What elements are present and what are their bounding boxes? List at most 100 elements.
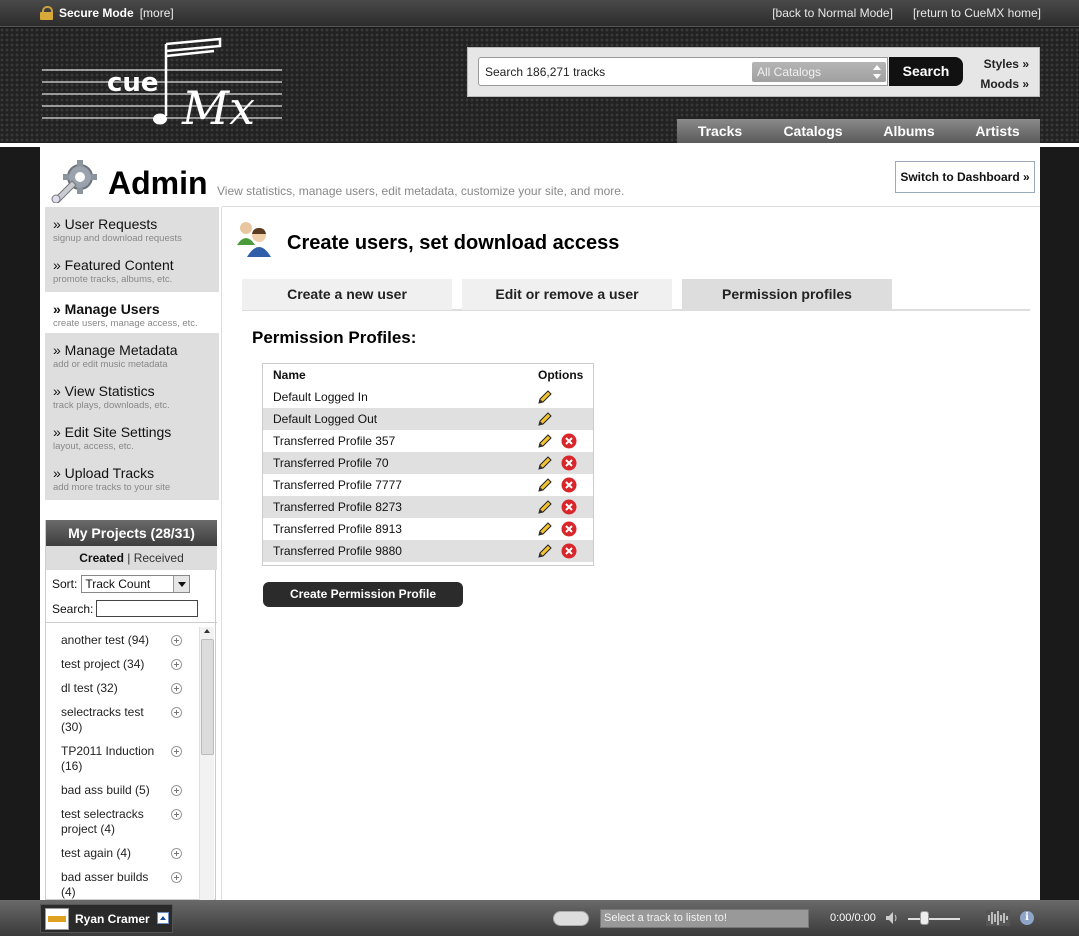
scroll-up-icon[interactable] (204, 629, 210, 633)
return-home-link[interactable]: [return to CueMX home] (913, 6, 1041, 20)
add-icon[interactable] (171, 707, 182, 718)
delete-icon[interactable] (561, 521, 577, 537)
delete-icon[interactable] (561, 543, 577, 559)
permission-profiles-table: Name Options Default Logged In Default Lo… (262, 363, 594, 566)
column-name: Name (273, 368, 306, 382)
lock-icon (40, 6, 53, 20)
edit-pencil-icon[interactable] (538, 390, 552, 404)
menu-manage-metadata[interactable]: » Manage Metadata add or edit music meta… (45, 333, 219, 374)
project-search-input[interactable] (96, 600, 199, 617)
track-display: Select a track to listen to! (600, 909, 809, 928)
nav-albums[interactable]: Albums (863, 119, 955, 143)
add-icon[interactable] (171, 746, 182, 757)
play-toggle[interactable] (553, 911, 589, 926)
projects-tabs: Created | Received (46, 546, 217, 570)
table-header: Name Options (263, 364, 593, 386)
user-name: Ryan Cramer (75, 912, 150, 926)
add-icon[interactable] (171, 785, 182, 796)
delete-icon[interactable] (561, 499, 577, 515)
table-row: Transferred Profile 7777 (263, 474, 593, 496)
divider (222, 206, 1040, 207)
table-row: Transferred Profile 357 (263, 430, 593, 452)
edit-pencil-icon[interactable] (538, 456, 552, 470)
main-nav: Tracks Catalogs Albums Artists (677, 119, 1040, 143)
secure-more-link[interactable]: [more] (140, 6, 174, 20)
add-icon[interactable] (171, 848, 182, 859)
nav-catalogs[interactable]: Catalogs (763, 119, 863, 143)
table-row: Transferred Profile 8913 (263, 518, 593, 540)
menu-edit-site-settings[interactable]: » Edit Site Settings layout, access, etc… (45, 415, 219, 456)
waveform-icon[interactable] (986, 910, 1010, 926)
edit-pencil-icon[interactable] (538, 544, 552, 558)
menu-featured-content[interactable]: » Featured Content promote tracks, album… (45, 248, 219, 289)
project-search-row: Search: (52, 600, 199, 617)
chevron-down-icon (173, 576, 190, 592)
add-icon[interactable] (171, 683, 182, 694)
tab-permission-profiles[interactable]: Permission profiles (682, 279, 892, 310)
add-icon[interactable] (171, 659, 182, 670)
edit-pencil-icon[interactable] (538, 478, 552, 492)
add-icon[interactable] (171, 809, 182, 820)
select-arrows-icon (873, 65, 882, 79)
menu-user-requests[interactable]: » User Requests signup and download requ… (45, 207, 219, 248)
edit-pencil-icon[interactable] (538, 500, 552, 514)
moods-link[interactable]: Moods » (980, 74, 1029, 94)
volume-track[interactable] (908, 918, 960, 920)
permission-profiles-heading: Permission Profiles: (252, 328, 417, 347)
site-header: cue Mx All Catalogs Search Styles » Mood… (0, 28, 1079, 143)
user-tabs: Create a new user Edit or remove a user … (242, 279, 1030, 311)
add-icon[interactable] (171, 635, 182, 646)
info-icon[interactable]: i (1020, 911, 1034, 925)
projects-title[interactable]: My Projects (28/31) (46, 520, 217, 546)
user-box[interactable]: Ryan Cramer (40, 904, 173, 933)
tab-edit-user[interactable]: Edit or remove a user (462, 279, 672, 310)
edit-pencil-icon[interactable] (538, 522, 552, 536)
tab-create-user[interactable]: Create a new user (242, 279, 452, 310)
scroll-thumb[interactable] (201, 639, 214, 755)
volume-icon[interactable] (886, 912, 900, 924)
back-to-normal-link[interactable]: [back to Normal Mode] (772, 6, 893, 20)
users-icon (237, 222, 271, 257)
chevron-up-icon[interactable] (157, 912, 169, 924)
switch-to-dashboard-button[interactable]: Switch to Dashboard » (895, 161, 1035, 193)
edit-pencil-icon[interactable] (538, 412, 552, 426)
admin-tools-icon (51, 160, 97, 203)
svg-text:cue: cue (107, 68, 159, 98)
sort-select[interactable]: Track Count (81, 575, 191, 593)
create-permission-profile-button[interactable]: Create Permission Profile (263, 582, 463, 607)
search-button[interactable]: Search (889, 57, 963, 86)
styles-link[interactable]: Styles » (980, 54, 1029, 74)
nav-tracks[interactable]: Tracks (677, 119, 763, 143)
tab-received[interactable]: Received (134, 551, 184, 565)
project-list-scrollbar[interactable] (199, 627, 214, 900)
secure-mode-bar: Secure Mode [more] [back to Normal Mode]… (0, 0, 1079, 27)
table-row: Transferred Profile 8273 (263, 496, 593, 518)
catalog-select[interactable]: All Catalogs (752, 62, 886, 82)
volume-slider-handle[interactable] (920, 911, 929, 925)
delete-icon[interactable] (561, 433, 577, 449)
edit-pencil-icon[interactable] (538, 434, 552, 448)
delete-icon[interactable] (561, 477, 577, 493)
table-row: Default Logged In (263, 386, 593, 408)
tab-created[interactable]: Created (79, 551, 124, 565)
search-panel: All Catalogs Search Styles » Moods » (467, 47, 1040, 97)
delete-icon[interactable] (561, 455, 577, 471)
admin-menu: » User Requests signup and download requ… (45, 207, 227, 500)
avatar (45, 908, 69, 930)
column-options: Options (538, 368, 584, 382)
add-icon[interactable] (171, 872, 182, 883)
my-projects-panel: My Projects (28/31) Created | Received S… (45, 520, 217, 900)
menu-upload-tracks[interactable]: » Upload Tracks add more tracks to your … (45, 456, 219, 497)
nav-artists[interactable]: Artists (955, 119, 1040, 143)
table-row: Transferred Profile 70 (263, 452, 593, 474)
secure-mode-label: Secure Mode (59, 6, 134, 20)
profile-name: Transferred Profile 8913 (273, 522, 402, 536)
profile-name: Transferred Profile 70 (273, 456, 389, 470)
menu-view-statistics[interactable]: » View Statistics track plays, downloads… (45, 374, 219, 415)
cuemx-logo[interactable]: cue Mx (42, 36, 292, 136)
profile-name: Transferred Profile 7777 (273, 478, 402, 492)
menu-manage-users[interactable]: » Manage Users create users, manage acce… (45, 292, 227, 333)
profile-name: Default Logged Out (273, 412, 378, 426)
time-display: 0:00/0:00 (830, 912, 876, 924)
page-subtitle: View statistics, manage users, edit meta… (217, 184, 625, 198)
